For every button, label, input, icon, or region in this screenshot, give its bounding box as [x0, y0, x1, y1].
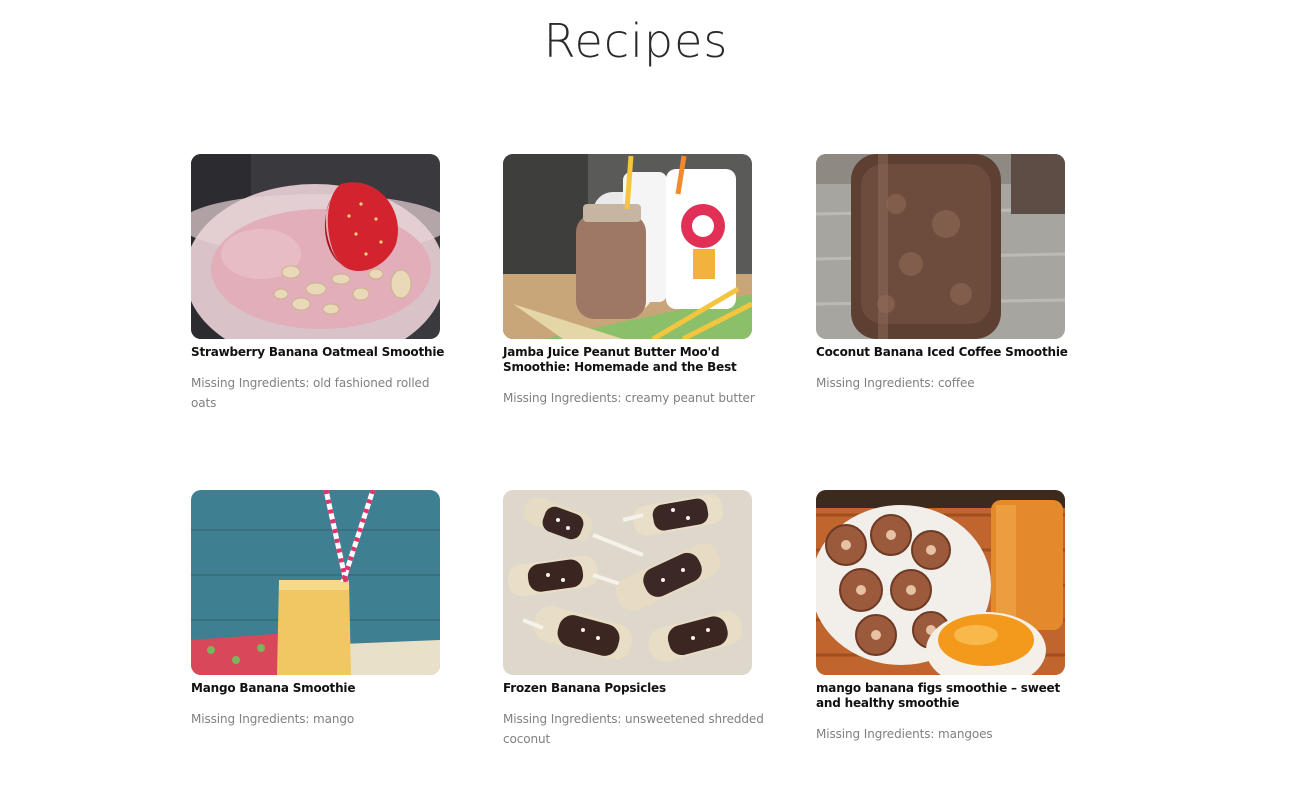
recipe-image[interactable] — [503, 490, 752, 675]
recipe-image[interactable] — [816, 490, 1065, 675]
recipe-image[interactable] — [503, 154, 752, 339]
missing-ingredients: Missing Ingredients: unsweetened shredde… — [503, 712, 764, 746]
recipe-image[interactable] — [191, 490, 440, 675]
recipe-grid: Strawberry Banana Oatmeal Smoothie Missi… — [191, 154, 1071, 774]
recipe-card[interactable]: Mango Banana Smoothie Missing Ingredient… — [191, 490, 461, 729]
missing-ingredients: Missing Ingredients: coffee — [816, 376, 975, 390]
recipe-card[interactable]: Frozen Banana Popsicles Missing Ingredie… — [503, 490, 773, 749]
missing-ingredients: Missing Ingredients: mangoes — [816, 727, 993, 741]
recipe-image[interactable] — [816, 154, 1065, 339]
missing-ingredients: Missing Ingredients: old fashioned rolle… — [191, 376, 430, 410]
recipe-card[interactable]: mango banana figs smoothie – sweet and h… — [816, 490, 1086, 744]
recipe-card[interactable]: Strawberry Banana Oatmeal Smoothie Missi… — [191, 154, 461, 413]
recipe-title[interactable]: Coconut Banana Iced Coffee Smoothie — [816, 345, 1078, 360]
recipe-title[interactable]: Strawberry Banana Oatmeal Smoothie — [191, 345, 453, 360]
recipe-title[interactable]: mango banana figs smoothie – sweet and h… — [816, 681, 1078, 711]
recipe-title[interactable]: Frozen Banana Popsicles — [503, 681, 765, 696]
recipe-title[interactable]: Jamba Juice Peanut Butter Moo'd Smoothie… — [503, 345, 765, 375]
recipe-card[interactable]: Jamba Juice Peanut Butter Moo'd Smoothie… — [503, 154, 773, 408]
page-title: Recipes — [543, 14, 729, 68]
recipe-card[interactable]: Coconut Banana Iced Coffee Smoothie Miss… — [816, 154, 1086, 393]
missing-ingredients: Missing Ingredients: creamy peanut butte… — [503, 391, 755, 405]
recipe-title[interactable]: Mango Banana Smoothie — [191, 681, 453, 696]
missing-ingredients: Missing Ingredients: mango — [191, 712, 355, 726]
recipe-image[interactable] — [191, 154, 440, 339]
